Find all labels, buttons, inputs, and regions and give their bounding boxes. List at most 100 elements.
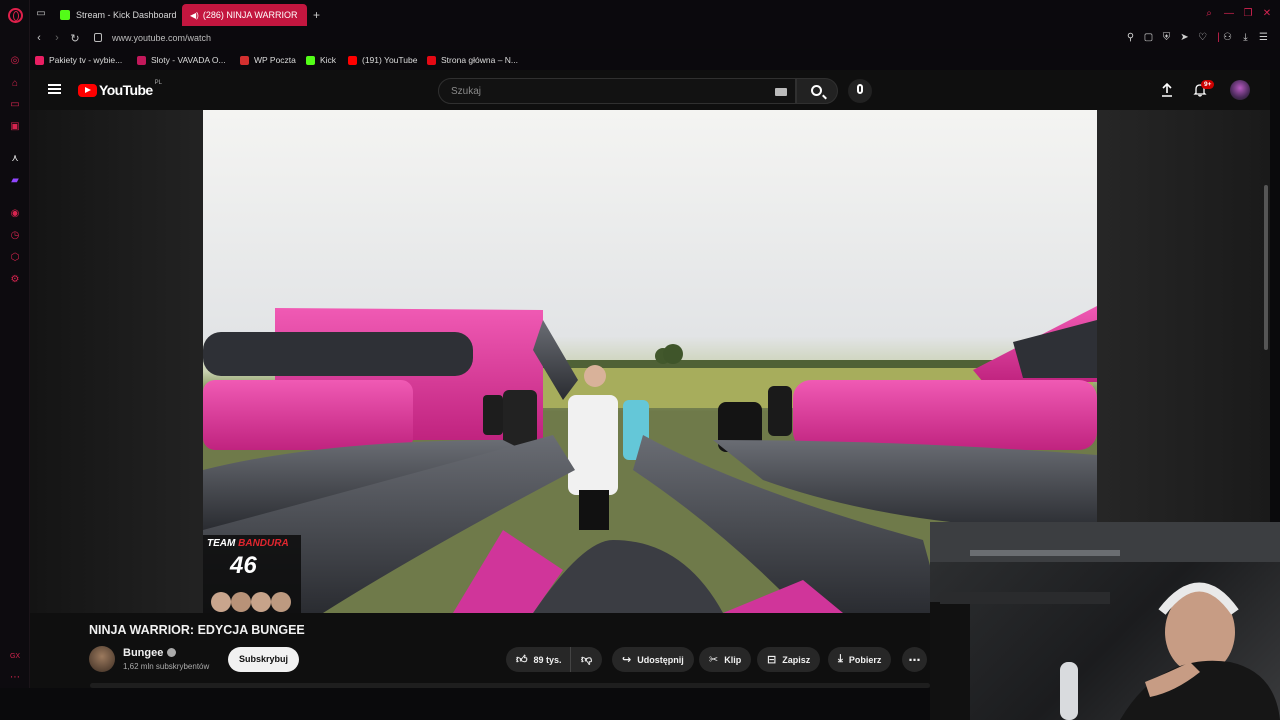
bookmark-favicon	[306, 55, 315, 65]
bookmark-item[interactable]: WP Poczta	[240, 55, 296, 65]
bookmark-favicon	[35, 55, 44, 65]
bookmark-label: Strona główna – N...	[441, 55, 519, 65]
bookmark-favicon	[427, 55, 436, 65]
download-label: Pobierz	[848, 654, 882, 665]
account-icon[interactable]: ⚇	[1221, 32, 1234, 43]
save-button[interactable]: ⊟ Zapisz	[757, 647, 821, 672]
twitch-icon[interactable]: ▰	[9, 175, 21, 187]
history-icon[interactable]: ◷	[9, 230, 21, 242]
search-input[interactable]: Szukaj	[438, 78, 796, 104]
share-button[interactable]: ↪ Udostępnij	[612, 647, 694, 672]
channel-avatar[interactable]	[89, 646, 115, 672]
channel-name: Bungee	[123, 647, 164, 659]
opera-gx-logo[interactable]	[8, 8, 23, 23]
voice-search-button[interactable]	[848, 79, 872, 103]
search-tabs-icon[interactable]: ⌕	[1202, 8, 1216, 19]
bookmark-item[interactable]: Sloty - VAVADA O...	[137, 55, 226, 65]
menu-icon[interactable]: ☰	[1257, 32, 1270, 43]
youtube-logo[interactable]: YouTube PL	[78, 80, 162, 98]
download-icon[interactable]: ⤓	[1239, 32, 1252, 43]
minimize-icon[interactable]: —	[1222, 8, 1236, 19]
clip-button[interactable]: ✂ Klip	[699, 647, 752, 672]
notification-badge: 9+	[1201, 80, 1215, 89]
verified-icon	[167, 648, 177, 657]
tab-youtube-video[interactable]: ◀) (286) NINJA WARRIOR	[182, 4, 307, 26]
tab-label: (286) NINJA WARRIOR	[202, 10, 298, 20]
back-icon[interactable]: ‹	[32, 32, 46, 44]
channel-name-row[interactable]: Bungee	[123, 647, 177, 659]
dislike-button[interactable]: 👎︎	[570, 647, 603, 672]
scissors-icon: ✂	[709, 654, 719, 666]
guide-menu-icon[interactable]	[48, 84, 61, 94]
settings-icon[interactable]: ⚙	[9, 274, 21, 286]
account-avatar[interactable]	[1230, 80, 1250, 100]
player-icon[interactable]: ◉	[9, 208, 21, 220]
youtube-play-icon	[78, 83, 97, 97]
extensions-icon[interactable]: ⬡	[9, 252, 21, 264]
messenger-icon[interactable]: ▭	[9, 99, 21, 111]
webcam-overlay	[930, 522, 1280, 720]
team-prefix: TEAM	[207, 538, 236, 549]
bookmark-label: Pakiety tv - wybie...	[49, 55, 123, 65]
more-icon[interactable]: ⋯	[9, 672, 21, 684]
keyboard-icon[interactable]	[775, 88, 787, 96]
share-icon: ↪	[622, 654, 632, 666]
download-arrow-icon: ⤓	[838, 653, 843, 665]
reload-icon[interactable]: ↻	[68, 32, 82, 45]
share-label: Udostępnij	[637, 654, 684, 665]
news-icon[interactable]: ▣	[9, 121, 21, 133]
forward-icon[interactable]: ›	[50, 32, 64, 44]
video-info: NINJA WARRIOR: EDYCJA BUNGEE Bungee 1,62…	[30, 613, 930, 688]
youtube-wordmark: YouTube	[99, 82, 153, 98]
bookmark-item[interactable]: Pakiety tv - wybie...	[35, 55, 122, 65]
vpn-shield-icon[interactable]: ⛨	[1160, 32, 1173, 43]
send-icon[interactable]: ➤	[1178, 32, 1191, 43]
bookmark-item[interactable]: (191) YouTube	[348, 55, 417, 65]
bookmarks-bar: Pakiety tv - wybie... Sloty - VAVADA O..…	[30, 50, 1280, 70]
search-icon	[811, 85, 822, 96]
tab-kick-dashboard[interactable]: Stream - Kick Dashboard	[52, 4, 180, 26]
taskbar-area	[0, 688, 930, 720]
gx-control-icon[interactable]: ◎	[9, 55, 21, 67]
bookmark-label: (191) YouTube	[362, 55, 418, 65]
region-code: PL	[154, 80, 162, 86]
search-button[interactable]	[796, 78, 838, 104]
kick-favicon	[60, 10, 70, 20]
clip-label: Klip	[724, 654, 742, 665]
workspaces-icon[interactable]: ▭	[34, 8, 48, 19]
page-scrollbar[interactable]	[1264, 185, 1268, 350]
kick-sidebar-icon[interactable]: ⋏	[9, 153, 21, 165]
webcam-frame	[930, 522, 1280, 720]
subscriber-count: 1,62 mln subskrybentów	[123, 662, 210, 671]
like-count: 89 tys.	[533, 654, 562, 665]
lock-icon	[94, 33, 102, 42]
team-name: BANDURA	[238, 538, 289, 549]
tab-audio-icon[interactable]: ◀)	[190, 11, 199, 20]
heart-icon[interactable]: ♡	[1196, 32, 1209, 43]
bookmark-label: Kick	[320, 55, 337, 65]
bookmark-favicon	[348, 55, 357, 65]
maximize-icon[interactable]: ❐	[1241, 8, 1255, 19]
team-score: 46	[230, 552, 257, 579]
youtube-masthead: YouTube PL Szukaj 9+	[30, 70, 1270, 110]
more-actions-button[interactable]: ⋯	[902, 647, 927, 672]
snapshot-icon[interactable]: ▢	[1142, 32, 1155, 43]
pin-icon[interactable]: ⚲	[1124, 32, 1137, 43]
subscribe-button[interactable]: Subskrybuj	[228, 647, 300, 672]
url-field[interactable]: www.youtube.com/watch	[112, 33, 211, 43]
new-tab-button[interactable]: +	[309, 4, 327, 26]
bookmark-item[interactable]: Strona główna – N...	[427, 55, 518, 65]
bookmark-item[interactable]: Kick	[306, 55, 336, 65]
close-icon[interactable]: ✕	[1260, 8, 1274, 19]
upload-icon[interactable]	[1160, 83, 1174, 97]
download-button[interactable]: ⤓ Pobierz	[828, 647, 892, 672]
bookmark-icon: ⊟	[767, 654, 777, 666]
bookmark-favicon	[137, 55, 146, 65]
gx-corner-icon[interactable]: ⌂	[9, 78, 21, 90]
thumbs-up-icon: 👍︎	[516, 654, 528, 666]
browser-sidebar: ◎ ⌂ ▭ ▣ ⋏ ▰ ◉ ◷ ⬡ ⚙ GX ⋯	[0, 0, 30, 720]
bookmark-label: Sloty - VAVADA O...	[151, 55, 226, 65]
like-button[interactable]: 👍︎ 89 tys.	[506, 647, 570, 672]
gx-store-icon[interactable]: GX	[9, 651, 21, 663]
thumbs-down-icon: 👎︎	[581, 654, 593, 666]
